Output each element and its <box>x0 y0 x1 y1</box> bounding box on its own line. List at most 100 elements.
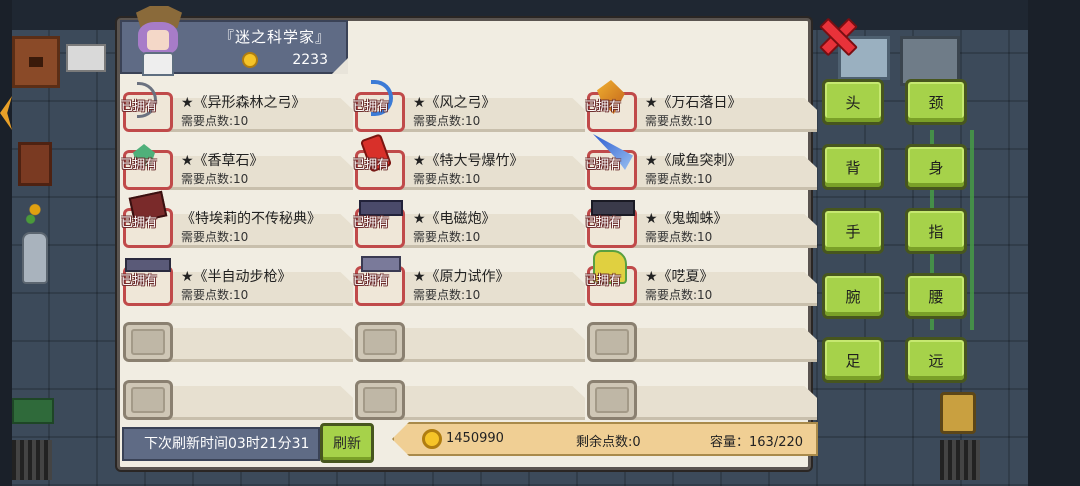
owned-tag: 已拥有 <box>585 273 622 287</box>
scientist-avatar <box>130 6 186 76</box>
category-button-back[interactable]: 背 <box>822 144 884 190</box>
owned-tag: 已拥有 <box>353 273 390 287</box>
remaining-points: 剩余点数:0 <box>576 435 641 450</box>
item-icon-background <box>595 387 629 413</box>
refresh-timer: 下次刷新时间03时21分31 <box>122 427 320 461</box>
item-cost: 需要点数:10 <box>181 288 249 302</box>
category-button-hand[interactable]: 手 <box>822 208 884 254</box>
item-slot[interactable]: 已拥有 ★《特大号爆竹》 需要点数:10 <box>353 133 585 194</box>
item-name: ★《半自动步枪》 <box>181 269 292 285</box>
item-name: ★《电磁炮》 <box>413 211 496 227</box>
item-name: ★《万石落日》 <box>645 95 742 111</box>
item-name: ★《原力试作》 <box>413 269 510 285</box>
item-slot[interactable]: 已拥有 ★《香草石》 需要点数:10 <box>121 144 353 194</box>
category-button-wrist[interactable]: 腕 <box>822 273 884 319</box>
owned-tag: 已拥有 <box>121 157 158 171</box>
owned-tag: 已拥有 <box>353 99 390 113</box>
item-slot[interactable]: 已拥有 ★《半自动步枪》 需要点数:10 <box>121 258 353 310</box>
category-button-body[interactable]: 身 <box>905 144 967 190</box>
item-cost: 需要点数:10 <box>413 172 481 186</box>
category-button-head[interactable]: 头 <box>822 79 884 125</box>
item-name: 《特埃莉的不传秘典》 <box>181 211 321 227</box>
merchant-coins: 2233 <box>292 52 328 68</box>
item-slot[interactable]: 已拥有 《特埃莉的不传秘典》 需要点数:10 <box>121 190 353 252</box>
item-slot-bar <box>375 386 585 420</box>
item-icon-background <box>363 387 397 413</box>
right-wall <box>1028 0 1080 486</box>
item-name: ★《香草石》 <box>181 153 264 169</box>
wallet-bar: 1450990 剩余点数:0 容量：163/220 <box>392 422 818 456</box>
item-slot-bar <box>607 386 817 420</box>
category-button-neck[interactable]: 颈 <box>905 79 967 125</box>
item-name: ★《呓夏》 <box>645 269 714 285</box>
item-icon-background <box>363 329 397 355</box>
item-slot[interactable]: 已拥有 ★《呓夏》需要点数:10 <box>585 250 817 310</box>
item-slot[interactable]: 已拥有 ★《原力试作》 需要点数:10 <box>353 256 585 310</box>
item-icon-frame <box>587 322 637 362</box>
close-icon[interactable] <box>817 16 855 54</box>
force-gun-icon <box>361 256 401 272</box>
item-cost: 需要点数:10 <box>181 172 249 186</box>
avatar-body <box>142 52 174 76</box>
avatar-face <box>147 30 169 50</box>
item-slot-bar <box>375 328 585 362</box>
item-cost: 需要点数:10 <box>181 230 249 244</box>
item-icon-background <box>595 329 629 355</box>
empty-item-slot[interactable] <box>123 376 353 424</box>
rifle-icon <box>125 258 171 272</box>
category-button-finger[interactable]: 指 <box>905 208 967 254</box>
empty-item-slot[interactable] <box>123 318 353 366</box>
item-cost: 需要点数:10 <box>645 114 713 128</box>
item-slot[interactable]: 已拥有 ★《鬼蜘蛛》 需要点数:10 <box>585 200 817 252</box>
empty-item-slot[interactable] <box>587 318 817 366</box>
item-name: ★《咸鱼突刺》 <box>645 153 742 169</box>
owned-tag: 已拥有 <box>585 215 622 229</box>
category-button-ranged[interactable]: 远 <box>905 337 967 383</box>
empty-item-slot[interactable] <box>355 318 585 366</box>
item-name: ★《风之弓》 <box>413 95 496 111</box>
owned-tag: 已拥有 <box>353 215 390 229</box>
item-icon-background <box>131 387 165 413</box>
item-slot[interactable]: 已拥有 ★《电磁炮》 需要点数:10 <box>353 200 585 252</box>
header-corner-notch <box>332 58 348 74</box>
empty-item-slot[interactable] <box>587 376 817 424</box>
item-cost: 需要点数:10 <box>413 230 481 244</box>
item-slot-bar <box>143 328 353 362</box>
item-icon-frame <box>355 322 405 362</box>
item-name: ★《特大号爆竹》 <box>413 153 524 169</box>
refresh-button[interactable]: 刷新 <box>320 423 374 463</box>
item-icon-frame <box>123 322 173 362</box>
item-name: ★《鬼蜘蛛》 <box>645 211 728 227</box>
coin-icon <box>422 429 442 449</box>
owned-tag: 已拥有 <box>121 215 158 229</box>
item-icon-frame <box>587 380 637 420</box>
category-button-waist[interactable]: 腰 <box>905 273 967 319</box>
left-wall <box>0 0 12 486</box>
item-slot-bar <box>607 328 817 362</box>
floor-vent-left <box>12 440 52 480</box>
owned-tag: 已拥有 <box>121 99 158 113</box>
item-icon-frame <box>123 380 173 420</box>
empty-item-slot[interactable] <box>355 376 585 424</box>
merchant-title: 『迷之科学家』 <box>218 28 331 46</box>
item-name: ★《异形森林之弓》 <box>181 95 306 111</box>
item-slot[interactable]: 已拥有 ★《万石落日》 需要点数:10 <box>585 80 817 136</box>
item-slot[interactable]: 已拥有 ★《风之弓》 需要点数:10 <box>353 80 585 136</box>
cabinet-prop <box>12 36 60 88</box>
circuit-board-prop <box>12 398 54 424</box>
item-slot[interactable]: 已拥有 ★《异形森林之弓》 需要点数:10 <box>121 82 353 136</box>
item-cost: 需要点数:10 <box>645 288 713 302</box>
item-cost: 需要点数:10 <box>645 172 713 186</box>
flower-prop <box>24 200 46 232</box>
floor-vent-right <box>940 440 980 480</box>
printer-prop <box>66 44 106 72</box>
owned-tag: 已拥有 <box>585 157 622 171</box>
vase-prop <box>22 232 48 284</box>
item-slot[interactable]: 已拥有 ★《咸鱼突刺》 需要点数:10 <box>585 134 817 194</box>
coin-icon <box>242 52 258 68</box>
item-cost: 需要点数:10 <box>645 230 713 244</box>
item-cost: 需要点数:10 <box>413 114 481 128</box>
item-slot-bar <box>143 386 353 420</box>
item-cost: 需要点数:10 <box>413 288 481 302</box>
category-button-foot[interactable]: 足 <box>822 337 884 383</box>
